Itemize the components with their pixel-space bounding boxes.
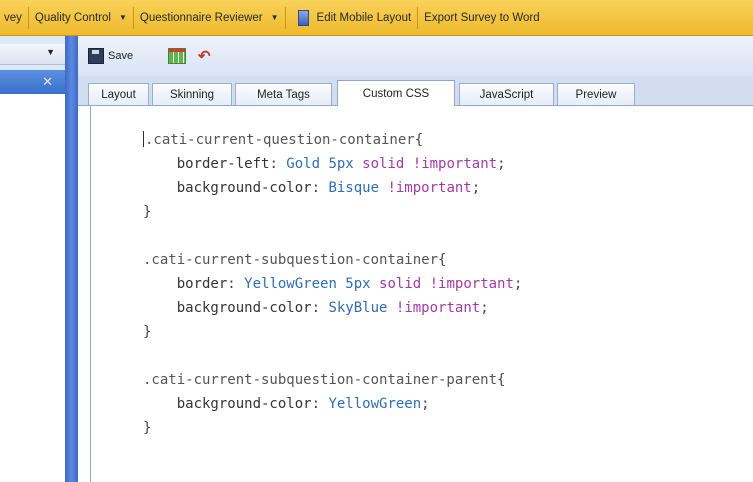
code-line: border: YellowGreen 5px solid !important… <box>176 276 523 292</box>
tab-strip: Layout Skinning Meta Tags Custom CSS Jav… <box>78 76 753 106</box>
left-panel-body <box>0 94 65 482</box>
css-property: background-color <box>176 180 312 196</box>
tab-preview[interactable]: Preview <box>557 83 635 105</box>
menu-separator <box>417 6 419 29</box>
toolbar: Save ↶ <box>78 36 753 76</box>
undo-icon: ↶ <box>198 48 211 65</box>
code-line: } <box>143 420 152 436</box>
layout-grid-button[interactable] <box>168 45 186 67</box>
css-selector: .cati-current-subquestion-container <box>143 252 439 268</box>
css-value: Bisque <box>328 180 380 196</box>
code-line: .cati-current-subquestion-container-pare… <box>143 372 506 388</box>
tab-label: Skinning <box>169 88 215 101</box>
code-line: } <box>143 324 152 340</box>
menu-separator <box>132 6 134 29</box>
css-property: background-color <box>176 396 312 412</box>
left-panel-tab[interactable]: ✕ <box>0 70 65 94</box>
top-menu-bar: vey Quality Control ▼ Questionnaire Revi… <box>0 0 753 36</box>
tab-label: JavaScript <box>479 88 534 101</box>
css-keyword: solid <box>362 156 405 172</box>
menu-item-label: Export Survey to Word <box>424 11 540 24</box>
close-icon[interactable]: ✕ <box>42 74 53 90</box>
css-value: Gold 5px <box>286 156 354 172</box>
code-line: .cati-current-subquestion-container{ <box>143 252 447 268</box>
code-line: background-color: Bisque !important; <box>176 180 481 196</box>
text-cursor <box>143 131 144 147</box>
css-value: YellowGreen 5px <box>244 276 371 292</box>
menu-item-label: vey <box>4 11 22 24</box>
tab-javascript[interactable]: JavaScript <box>459 83 554 105</box>
css-property: border <box>176 276 228 292</box>
undo-button[interactable]: ↶ <box>198 45 211 67</box>
tab-meta-tags[interactable]: Meta Tags <box>235 83 332 105</box>
css-important: !important <box>387 180 472 196</box>
menu-item-label: Questionnaire Reviewer <box>139 11 263 24</box>
css-important: !important <box>395 300 481 316</box>
css-selector: .cati-current-subquestion-container-pare… <box>143 372 498 388</box>
css-code-editor[interactable]: .cati-current-question-container{ border… <box>90 106 753 482</box>
menu-item-label: Edit Mobile Layout <box>316 11 412 24</box>
menu-item-questionnaire-reviewer[interactable]: Questionnaire Reviewer ▼ <box>136 0 283 35</box>
menu-separator <box>27 6 29 29</box>
dropdown-arrow-icon: ▼ <box>270 13 279 22</box>
tab-layout[interactable]: Layout <box>88 83 149 105</box>
menu-item-edit-mobile-layout[interactable]: Edit Mobile Layout <box>313 0 416 35</box>
code-line: } <box>143 204 152 220</box>
menu-separator <box>284 6 286 29</box>
css-selector: .cati-current-question-container <box>145 132 415 148</box>
css-property: background-color <box>176 300 312 316</box>
css-important: !important <box>429 276 514 292</box>
tab-label: Meta Tags <box>257 88 310 101</box>
code-content[interactable]: .cati-current-question-container{ border… <box>143 128 522 440</box>
main-area: Save ↶ Layout Skinning Meta Tags Custom … <box>78 36 753 482</box>
code-line: background-color: YellowGreen; <box>176 396 430 412</box>
menu-item-survey[interactable]: vey <box>0 0 26 35</box>
tab-label: Preview <box>575 88 617 101</box>
dropdown-arrow-icon: ▼ <box>118 13 127 22</box>
menu-item-quality-control[interactable]: Quality Control ▼ <box>31 0 131 35</box>
chevron-down-icon[interactable]: ▼ <box>46 47 55 57</box>
grid-icon <box>168 48 186 64</box>
left-panel-header[interactable]: ▼ <box>0 44 65 65</box>
tab-label: Layout <box>101 88 136 101</box>
tab-skinning[interactable]: Skinning <box>152 83 232 105</box>
css-value: SkyBlue <box>328 300 388 316</box>
left-panel: ▼ ✕ <box>0 36 65 482</box>
css-property: border-left <box>176 156 270 172</box>
save-icon <box>88 48 104 64</box>
panel-splitter[interactable] <box>65 36 78 482</box>
code-line: .cati-current-question-container{ <box>143 131 424 148</box>
tab-custom-css[interactable]: Custom CSS <box>337 80 455 106</box>
css-keyword: solid <box>379 276 422 292</box>
tab-label: Custom CSS <box>362 87 430 100</box>
menu-item-label: Quality Control <box>34 11 111 24</box>
save-button[interactable]: Save <box>88 45 133 67</box>
save-button-label: Save <box>108 50 134 62</box>
code-line: background-color: SkyBlue !important; <box>176 300 489 316</box>
menu-item-export-survey-to-word[interactable]: Export Survey to Word <box>420 0 543 35</box>
css-value: YellowGreen <box>328 396 422 412</box>
code-line: border-left: Gold 5px solid !important; <box>176 156 506 172</box>
mobile-document-icon <box>297 9 309 26</box>
css-important: !important <box>412 156 498 172</box>
